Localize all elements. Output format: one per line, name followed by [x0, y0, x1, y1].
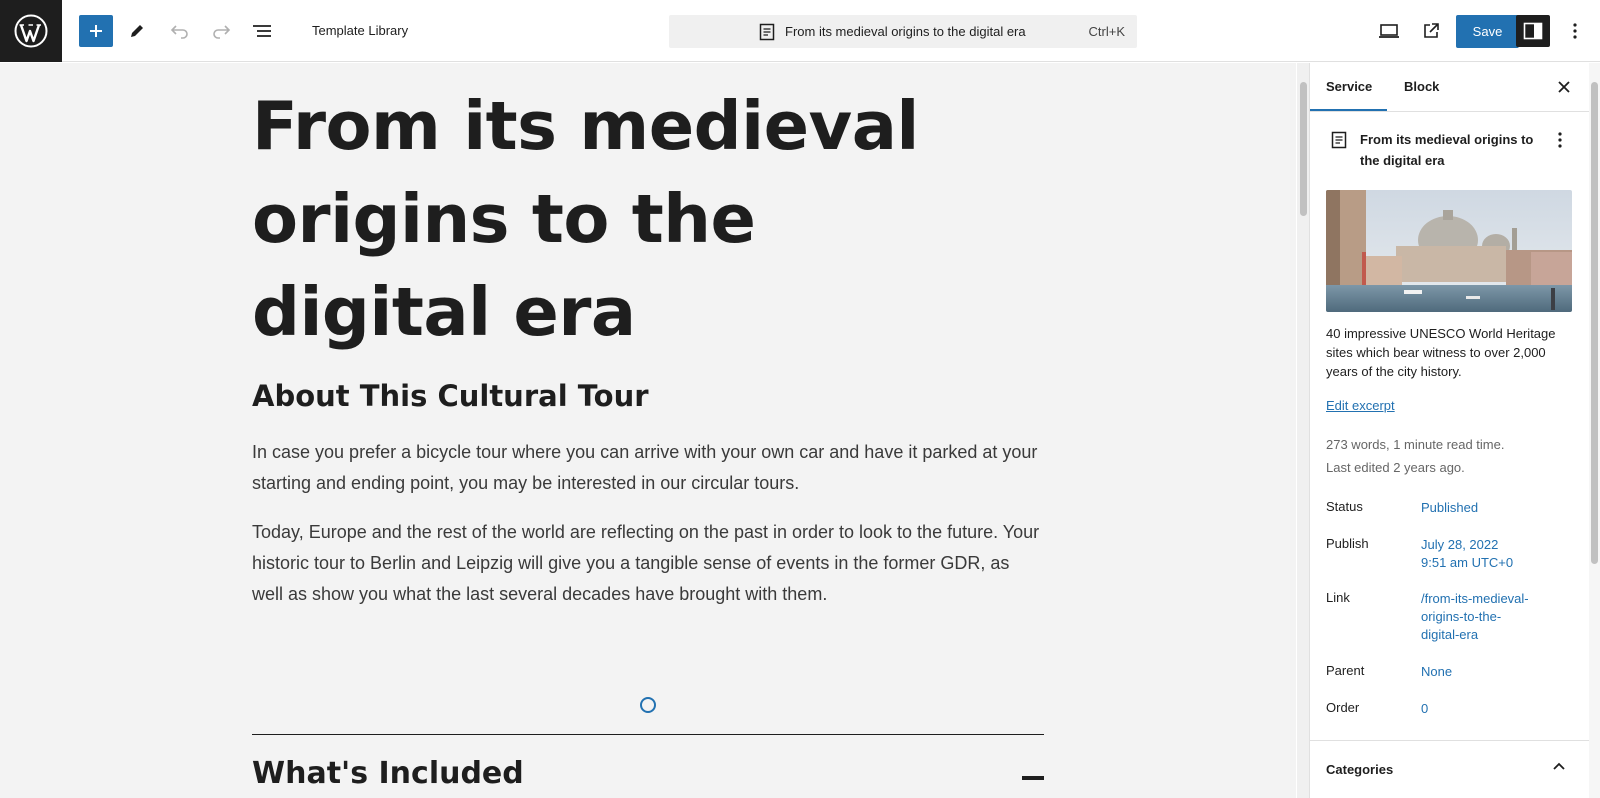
laptop-icon — [1379, 24, 1399, 38]
parent-label: Parent — [1326, 663, 1365, 678]
link-line-1: /from-its-medieval- — [1421, 591, 1529, 606]
vertical-ellipsis-icon — [1573, 23, 1577, 39]
paragraph-block-1[interactable]: In case you prefer a bicycle tour where … — [252, 437, 1044, 499]
document-icon — [1331, 131, 1347, 149]
close-sidebar-button[interactable] — [1554, 77, 1574, 97]
paragraph-block-2[interactable]: Today, Europe and the rest of the world … — [252, 517, 1044, 610]
last-edited: Last edited 2 years ago. — [1326, 460, 1465, 475]
link-value[interactable]: /from-its-medieval- origins-to-the- digi… — [1421, 590, 1571, 644]
tab-service[interactable]: Service — [1326, 79, 1372, 94]
post-meta-info: 273 words, 1 minute read time. Last edit… — [1326, 433, 1574, 479]
sidebar-icon — [1523, 22, 1543, 40]
word-count: 273 words, 1 minute read time. — [1326, 437, 1505, 452]
post-actions-button[interactable] — [1550, 129, 1570, 151]
categories-panel-title[interactable]: Categories — [1326, 762, 1393, 777]
publish-date-value[interactable]: July 28, 2022 9:51 am UTC+0 — [1421, 536, 1571, 572]
sidebar-scrollbar-thumb[interactable] — [1591, 82, 1598, 564]
sidebar-tabs: Service Block — [1310, 63, 1590, 112]
status-value[interactable]: Published — [1421, 499, 1571, 517]
external-link-icon — [1424, 23, 1439, 38]
publish-date: July 28, 2022 — [1421, 537, 1499, 552]
list-view-icon — [253, 25, 271, 37]
status-label: Status — [1326, 499, 1363, 514]
tools-button[interactable] — [120, 15, 154, 47]
collapse-minus-icon[interactable] — [1022, 776, 1044, 780]
sidebar-post-title: From its medieval origins to the digital… — [1360, 132, 1534, 168]
command-palette-bar[interactable]: From its medieval origins to the digital… — [669, 15, 1137, 48]
view-post-button[interactable] — [1414, 15, 1448, 47]
settings-sidebar: Service Block From its medieval origins … — [1309, 63, 1590, 798]
vertical-ellipsis-icon — [1558, 132, 1562, 148]
active-tab-indicator — [1310, 109, 1387, 111]
publish-label: Publish — [1326, 536, 1369, 551]
close-icon — [1558, 81, 1570, 93]
edit-excerpt-link[interactable]: Edit excerpt — [1326, 398, 1395, 413]
publish-time: 9:51 am UTC+0 — [1421, 555, 1514, 570]
venice-canal-image — [1326, 190, 1572, 312]
parent-value[interactable]: None — [1421, 663, 1571, 681]
pencil-icon — [131, 25, 143, 37]
redo-button[interactable] — [204, 15, 238, 47]
heading-block-about[interactable]: About This Cultural Tour — [252, 379, 1044, 413]
device-preview-button[interactable] — [1372, 15, 1406, 47]
featured-image[interactable] — [1326, 190, 1572, 312]
link-line-3: digital-era — [1421, 627, 1479, 642]
post-title-block[interactable]: From its medieval origins to the digital… — [252, 80, 1012, 359]
keyboard-shortcut: Ctrl+K — [1088, 24, 1125, 39]
document-icon — [759, 23, 775, 41]
options-menu-button[interactable] — [1558, 15, 1592, 47]
loading-spinner-icon — [640, 697, 656, 713]
document-overview-button[interactable] — [245, 15, 279, 47]
redo-icon — [213, 25, 231, 39]
post-excerpt: 40 impressive UNESCO World Heritage site… — [1326, 326, 1556, 379]
order-value[interactable]: 0 — [1421, 700, 1571, 718]
undo-button[interactable] — [163, 15, 197, 47]
plus-icon — [90, 25, 102, 37]
editor-header: Template Library From its medieval origi… — [0, 0, 1600, 62]
heading-block-included[interactable]: What's Included — [252, 756, 524, 791]
tab-block[interactable]: Block — [1404, 79, 1439, 94]
settings-sidebar-toggle[interactable] — [1516, 15, 1550, 47]
order-label: Order — [1326, 700, 1360, 715]
link-label: Link — [1326, 590, 1350, 605]
separator-block[interactable] — [252, 734, 1044, 735]
post-content: From its medieval origins to the digital… — [252, 80, 1044, 610]
wordpress-logo-icon[interactable] — [0, 0, 62, 62]
canvas-scrollbar-thumb[interactable] — [1300, 82, 1307, 216]
chevron-up-icon[interactable] — [1551, 760, 1567, 772]
add-block-button[interactable] — [79, 15, 113, 47]
sidebar-divider — [1310, 740, 1590, 741]
template-library-label[interactable]: Template Library — [312, 23, 408, 38]
save-button[interactable]: Save — [1456, 15, 1519, 48]
command-bar-title: From its medieval origins to the digital… — [785, 24, 1026, 39]
link-line-2: origins-to-the- — [1421, 609, 1502, 624]
undo-icon — [170, 25, 188, 39]
